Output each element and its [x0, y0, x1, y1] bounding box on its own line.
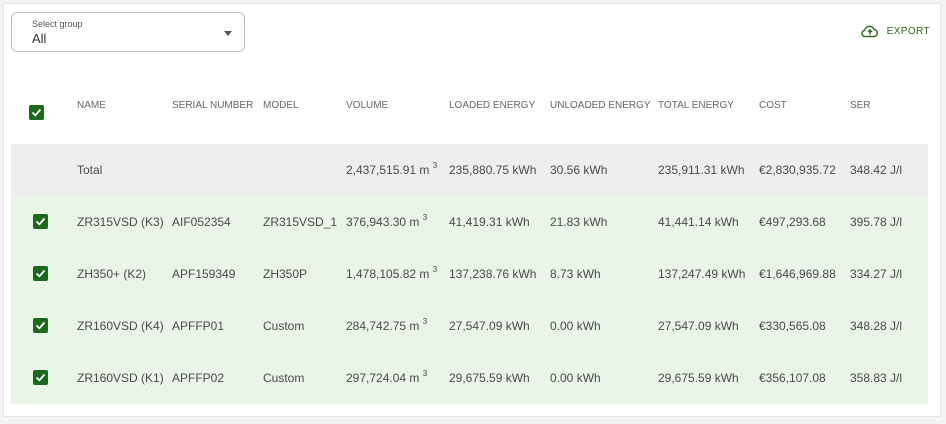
cell-ser: 334.27 J/l	[850, 267, 903, 281]
cell-name: ZH350+ (K2)	[77, 267, 147, 281]
select-all-checkbox[interactable]	[29, 105, 44, 120]
cell-ser: 348.28 J/l	[850, 319, 903, 333]
row-checkbox[interactable]	[33, 214, 48, 229]
col-volume[interactable]: VOLUME	[346, 100, 388, 111]
table-row[interactable]: ZR160VSD (K1) APFFP02 Custom 297,724.04 …	[11, 352, 928, 404]
cell-serial-number: APFFP01	[172, 319, 225, 333]
cell-name: ZR160VSD (K1)	[77, 371, 164, 385]
cloud-upload-icon	[860, 25, 878, 38]
cell-unloaded-energy: 0.00 kWh	[550, 371, 601, 385]
table-row[interactable]: ZR315VSD (K3) AIF052354 ZR315VSD_1 376,9…	[11, 196, 928, 248]
group-select[interactable]: Select group All	[11, 12, 245, 52]
total-cost: €2,830,935.72	[759, 163, 836, 177]
cell-name: ZR315VSD (K3)	[77, 215, 164, 229]
cell-model: ZR315VSD_1	[263, 215, 338, 229]
col-name[interactable]: NAME	[77, 100, 106, 111]
cell-total-energy: 137,247.49 kWh	[658, 267, 746, 281]
col-cost[interactable]: COST	[759, 100, 787, 111]
cell-total-energy: 27,547.09 kWh	[658, 319, 739, 333]
total-loaded-energy: 235,880.75 kWh	[449, 163, 537, 177]
table-row[interactable]: ZR160VSD (K4) APFFP01 Custom 284,742.75 …	[11, 300, 928, 352]
check-icon	[31, 108, 42, 117]
cell-volume: 284,742.75 m 3	[346, 317, 428, 334]
cell-loaded-energy: 27,547.09 kWh	[449, 319, 530, 333]
cell-cost: €330,565.08	[759, 319, 826, 333]
cell-volume: 297,724.04 m 3	[346, 369, 428, 386]
cell-name: ZR160VSD (K4)	[77, 319, 164, 333]
col-unloaded-energy[interactable]: UNLOADED ENERGY	[550, 100, 651, 111]
row-checkbox[interactable]	[33, 370, 48, 385]
check-icon	[35, 373, 46, 382]
export-button[interactable]: EXPORT	[860, 22, 930, 40]
cell-total-energy: 29,675.59 kWh	[658, 371, 739, 385]
cell-volume: 1,478,105.82 m 3	[346, 265, 438, 282]
total-ser: 348.42 J/l	[850, 163, 903, 177]
total-row: Total 2,437,515.91 m 3 235,880.75 kWh 30…	[11, 144, 928, 196]
col-serial-number[interactable]: SERIAL NUMBER	[172, 100, 253, 111]
col-model[interactable]: MODEL	[263, 100, 299, 111]
cell-loaded-energy: 137,238.76 kWh	[449, 267, 537, 281]
group-select-label: Select group	[32, 19, 83, 29]
cell-model: Custom	[263, 319, 305, 333]
col-total-energy[interactable]: TOTAL ENERGY	[658, 100, 734, 111]
export-label: EXPORT	[886, 25, 930, 37]
cell-loaded-energy: 41,419.31 kWh	[449, 215, 530, 229]
table-row[interactable]: ZH350+ (K2) APF159349 ZH350P 1,478,105.8…	[11, 248, 928, 300]
cell-cost: €1,646,969.88	[759, 267, 836, 281]
total-unloaded-energy: 30.56 kWh	[550, 163, 608, 177]
group-select-value: All	[32, 31, 47, 46]
check-icon	[35, 321, 46, 330]
row-checkbox[interactable]	[33, 318, 48, 333]
col-ser[interactable]: SER	[850, 100, 871, 111]
caret-down-icon	[224, 31, 232, 36]
total-volume: 2,437,515.91 m 3	[346, 161, 438, 178]
cell-ser: 395.78 J/l	[850, 215, 903, 229]
row-checkbox[interactable]	[33, 266, 48, 281]
cell-unloaded-energy: 0.00 kWh	[550, 319, 601, 333]
check-icon	[35, 217, 46, 226]
total-name: Total	[77, 163, 103, 177]
cell-serial-number: APF159349	[172, 267, 236, 281]
cell-cost: €356,107.08	[759, 371, 826, 385]
energy-panel: Select group All EXPORT NAME SERIAL NUMB…	[3, 3, 941, 417]
cell-cost: €497,293.68	[759, 215, 826, 229]
cell-unloaded-energy: 21.83 kWh	[550, 215, 608, 229]
col-loaded-energy[interactable]: LOADED ENERGY	[449, 100, 535, 111]
cell-total-energy: 41,441.14 kWh	[658, 215, 739, 229]
cell-model: ZH350P	[263, 267, 308, 281]
total-total-energy: 235,911.31 kWh	[658, 163, 745, 177]
cell-model: Custom	[263, 371, 305, 385]
table-header: NAME SERIAL NUMBER MODEL VOLUME LOADED E…	[4, 84, 940, 144]
cell-volume: 376,943.30 m 3	[346, 213, 428, 230]
cell-serial-number: AIF052354	[172, 215, 231, 229]
cell-serial-number: APFFP02	[172, 371, 225, 385]
cell-ser: 358.83 J/l	[850, 371, 903, 385]
cell-loaded-energy: 29,675.59 kWh	[449, 371, 530, 385]
cell-unloaded-energy: 8.73 kWh	[550, 267, 601, 281]
check-icon	[35, 269, 46, 278]
